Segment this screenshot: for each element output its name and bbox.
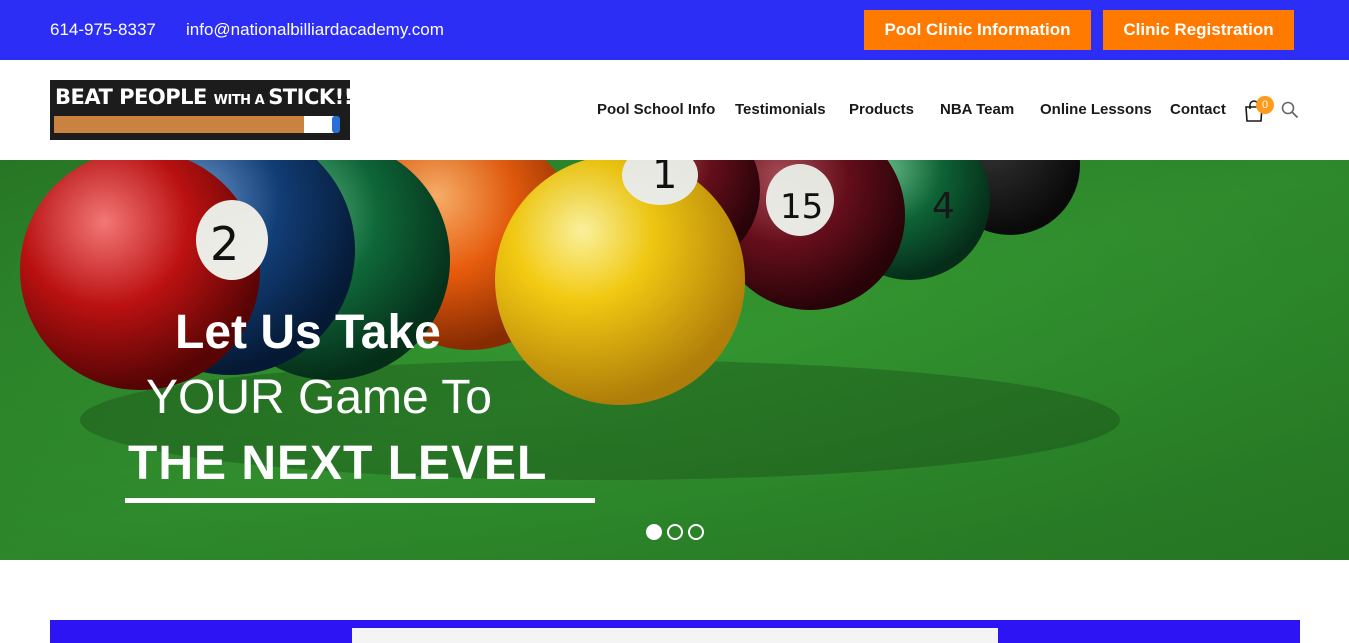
nav-online-lessons[interactable]: Online Lessons (1040, 60, 1152, 160)
slider-dot-1[interactable] (646, 524, 662, 540)
cue-stick-icon (54, 116, 340, 133)
pool-clinic-information-button[interactable]: Pool Clinic Information (864, 10, 1091, 50)
logo-text: BEAT PEOPLE WITH A STICK!! (55, 85, 353, 109)
clinic-registration-button[interactable]: Clinic Registration (1103, 10, 1294, 50)
nav-testimonials[interactable]: Testimonials (735, 60, 826, 160)
hero-heading-line-1: Let Us Take (175, 306, 441, 359)
email-address[interactable]: info@nationalbilliardacademy.com (186, 0, 444, 60)
phone-number[interactable]: 614-975-8337 (50, 0, 156, 60)
slider-dot-3[interactable] (688, 524, 704, 540)
hero-slider: 1 2 15 4 Let Us Take YOUR Game To THE NE… (0, 160, 1349, 560)
banner-image (352, 628, 998, 643)
site-header: BEAT PEOPLE WITH A STICK!! Pool School I… (0, 60, 1349, 160)
hero-underline (125, 498, 595, 503)
nav-nba-team[interactable]: NBA Team (940, 60, 1014, 160)
nav-pool-school-info[interactable]: Pool School Info (597, 60, 715, 160)
slider-dot-2[interactable] (667, 524, 683, 540)
top-bar: 614-975-8337 info@nationalbilliardacadem… (0, 0, 1349, 60)
hero-heading-line-3: THE NEXT LEVEL (128, 437, 548, 490)
search-icon[interactable] (1281, 101, 1299, 119)
cart-count-badge: 0 (1256, 96, 1274, 114)
nav-products[interactable]: Products (849, 60, 914, 160)
site-logo[interactable]: BEAT PEOPLE WITH A STICK!! (50, 80, 353, 140)
hero-heading-line-2: YOUR Game To (146, 371, 492, 424)
nav-contact[interactable]: Contact (1170, 60, 1226, 160)
